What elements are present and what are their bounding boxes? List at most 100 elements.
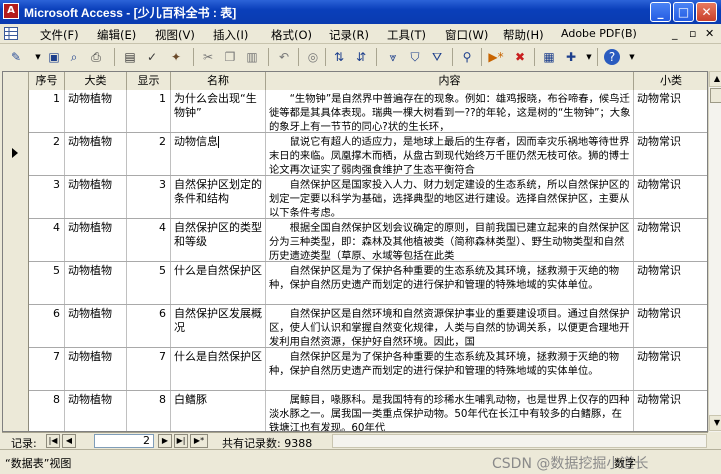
- window-close-button[interactable]: ✕: [696, 2, 717, 22]
- cell-subcategory[interactable]: 动物常识: [634, 90, 707, 132]
- cell-display[interactable]: 1: [127, 90, 171, 132]
- undo-icon[interactable]: ↶: [276, 49, 292, 65]
- document-close-button[interactable]: ✕: [705, 27, 714, 40]
- cell-id[interactable]: 4: [29, 219, 65, 261]
- scroll-up-icon[interactable]: ▲: [709, 71, 721, 87]
- column-header-name[interactable]: 名称: [171, 72, 266, 90]
- cell-id[interactable]: 6: [29, 305, 65, 347]
- table-row[interactable]: 1 动物植物 1 为什么会出现“生物钟” “生物钟”是自然界中普遍存在的现象。例如：雄鸡…: [3, 90, 707, 133]
- cell-subcategory[interactable]: 动物常识: [634, 348, 707, 390]
- cell-display[interactable]: 8: [127, 391, 171, 431]
- document-minimize-button[interactable]: _: [672, 27, 678, 40]
- design-view-icon[interactable]: ✎: [8, 49, 24, 65]
- record-selector[interactable]: [3, 219, 29, 262]
- cell-name[interactable]: 白鳍豚: [171, 391, 266, 431]
- column-header-category[interactable]: 大类: [65, 72, 127, 90]
- cell-content[interactable]: 自然保护区是为了保护各种重要的生态系统及其环境，拯救濒于灭绝的物种，保护自然历史…: [266, 262, 634, 304]
- cell-name[interactable]: 什么是自然保护区: [171, 348, 266, 390]
- cell-category[interactable]: 动物植物: [65, 348, 127, 390]
- next-record-button[interactable]: ▶: [158, 434, 172, 448]
- toolbar-options-icon[interactable]: ▼: [624, 49, 640, 65]
- scroll-down-icon[interactable]: ▼: [709, 415, 721, 431]
- menu-insert[interactable]: 插入(I): [213, 27, 248, 43]
- cell-name[interactable]: 自然保护区划定的条件和结构: [171, 176, 266, 218]
- vertical-scrollbar[interactable]: ▲ ▼: [708, 71, 721, 432]
- database-window-icon[interactable]: ▦: [541, 49, 557, 65]
- cell-name[interactable]: 为什么会出现“生物钟”: [171, 90, 266, 132]
- table-row[interactable]: 3 动物植物 3 自然保护区划定的条件和结构 自然保护区是国家投入人力、财力划定建设的生…: [3, 176, 707, 219]
- cell-category[interactable]: 动物植物: [65, 219, 127, 261]
- cell-category[interactable]: 动物植物: [65, 305, 127, 347]
- cell-display[interactable]: 4: [127, 219, 171, 261]
- cell-name[interactable]: 自然保护区的类型和等级: [171, 219, 266, 261]
- cell-name[interactable]: 动物信息: [171, 133, 266, 175]
- filter-by-selection-icon[interactable]: ⩔: [385, 49, 401, 65]
- cell-id[interactable]: 8: [29, 391, 65, 431]
- cut-icon[interactable]: ✂: [200, 49, 216, 65]
- cell-display[interactable]: 2: [127, 133, 171, 175]
- select-all-corner[interactable]: [3, 72, 29, 90]
- chevron-down-icon[interactable]: ▼: [30, 49, 46, 65]
- record-selector[interactable]: [3, 391, 29, 431]
- sort-ascending-icon[interactable]: ⇅: [331, 49, 347, 65]
- record-selector[interactable]: [3, 90, 29, 133]
- cell-name[interactable]: 自然保护区发展概况: [171, 305, 266, 347]
- table-row[interactable]: 2 动物植物 2 动物信息 鼠说它有超人的适应力，是地球上最后的生存者，因而幸灾乐祸地等…: [3, 133, 707, 176]
- cell-display[interactable]: 7: [127, 348, 171, 390]
- cell-display[interactable]: 3: [127, 176, 171, 218]
- menu-help[interactable]: 帮助(H): [503, 27, 544, 43]
- sort-descending-icon[interactable]: ⇵: [353, 49, 369, 65]
- menu-window[interactable]: 窗口(W): [445, 27, 488, 43]
- filter-by-form-icon[interactable]: ⛉: [407, 49, 423, 65]
- cell-display[interactable]: 6: [127, 305, 171, 347]
- cell-subcategory[interactable]: 动物常识: [634, 133, 707, 175]
- delete-record-icon[interactable]: ✖: [512, 49, 528, 65]
- cell-content[interactable]: 属鲸目，喙豚科。是我国特有的珍稀水生哺乳动物，也是世界上仅存的四种淡水豚之一。属…: [266, 391, 634, 431]
- record-selector[interactable]: [3, 133, 29, 176]
- research-icon[interactable]: ✦: [168, 49, 184, 65]
- hyperlink-icon[interactable]: ◎: [305, 49, 321, 65]
- new-object-icon[interactable]: ✚: [563, 49, 579, 65]
- cell-content[interactable]: 根据全国自然保护区划会议确定的原则，目前我国已建立起来的自然保护区分为三种类型，…: [266, 219, 634, 261]
- menu-format[interactable]: 格式(O): [271, 27, 312, 43]
- cell-id[interactable]: 7: [29, 348, 65, 390]
- new-record-button[interactable]: ▶*: [190, 434, 208, 448]
- table-row[interactable]: 4 动物植物 4 自然保护区的类型和等级 根据全国自然保护区划会议确定的原则，目前我国已…: [3, 219, 707, 262]
- column-header-display[interactable]: 显示: [127, 72, 171, 90]
- copy-icon[interactable]: ❐: [222, 49, 238, 65]
- cell-id[interactable]: 1: [29, 90, 65, 132]
- table-row[interactable]: 6 动物植物 6 自然保护区发展概况 自然保护区是自然环境和自然资源保护事业的重要建设项…: [3, 305, 707, 348]
- menu-file[interactable]: 文件(F): [40, 27, 79, 43]
- cell-content[interactable]: 自然保护区是国家投入人力、财力划定建设的生态系统，所以自然保护区的划定一定要以科…: [266, 176, 634, 218]
- record-selector[interactable]: [3, 348, 29, 391]
- cell-subcategory[interactable]: 动物常识: [634, 176, 707, 218]
- window-maximize-button[interactable]: □: [673, 2, 694, 22]
- cell-content[interactable]: 鼠说它有超人的适应力，是地球上最后的生存者，因而幸灾乐祸地等待世界末日的来临。凤…: [266, 133, 634, 175]
- cell-name[interactable]: 什么是自然保护区: [171, 262, 266, 304]
- menu-records[interactable]: 记录(R): [329, 27, 369, 43]
- cell-id[interactable]: 5: [29, 262, 65, 304]
- first-record-button[interactable]: |◀: [46, 434, 60, 448]
- print-icon[interactable]: ⎙: [88, 49, 104, 65]
- search-icon[interactable]: ⌕: [66, 49, 82, 65]
- last-record-button[interactable]: ▶|: [174, 434, 188, 448]
- menu-view[interactable]: 视图(V): [155, 27, 195, 43]
- apply-filter-icon[interactable]: ⛛: [429, 49, 445, 65]
- find-icon[interactable]: ⚲: [459, 49, 475, 65]
- cell-subcategory[interactable]: 动物常识: [634, 219, 707, 261]
- save-icon[interactable]: ▣: [46, 49, 62, 65]
- cell-id[interactable]: 2: [29, 133, 65, 175]
- window-minimize-button[interactable]: _: [650, 2, 671, 22]
- cell-content[interactable]: “生物钟”是自然界中普遍存在的现象。例如：雄鸡报晓，布谷啼春，候鸟迁徙等都是其具…: [266, 90, 634, 132]
- menu-edit[interactable]: 编辑(E): [97, 27, 136, 43]
- cell-display[interactable]: 5: [127, 262, 171, 304]
- table-row[interactable]: 8 动物植物 8 白鳍豚 属鲸目，喙豚科。是我国特有的珍稀水生哺乳动物，也是世界上仅存的…: [3, 391, 707, 431]
- current-record-field[interactable]: 2: [94, 434, 154, 448]
- table-row[interactable]: 5 动物植物 5 什么是自然保护区 自然保护区是为了保护各种重要的生态系统及其环境，拯救…: [3, 262, 707, 305]
- cell-category[interactable]: 动物植物: [65, 133, 127, 175]
- new-record-icon[interactable]: ▶*: [488, 49, 504, 65]
- adobe-pdf-menu[interactable]: Adobe PDF(B): [561, 25, 666, 42]
- cell-id[interactable]: 3: [29, 176, 65, 218]
- record-selector[interactable]: [3, 176, 29, 219]
- help-icon[interactable]: ?: [604, 49, 620, 65]
